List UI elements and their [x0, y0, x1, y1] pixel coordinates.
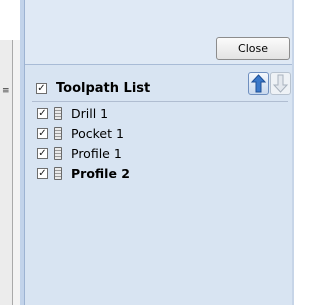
toolpath-checkbox[interactable]: ✓ — [37, 168, 48, 179]
arrow-down-icon — [272, 74, 289, 93]
toolpath-row-profile-1[interactable]: ✓ Profile 1 — [25, 146, 285, 163]
toolpath-checkbox[interactable]: ✓ — [37, 108, 48, 119]
toolpath-label[interactable]: Profile 1 — [71, 147, 122, 161]
divider — [32, 101, 288, 102]
close-button[interactable]: Close — [216, 37, 290, 60]
grip-icon[interactable]: ≡ — [2, 87, 10, 96]
toolpath-row-pocket-1[interactable]: ✓ Pocket 1 — [25, 126, 285, 143]
panel-top-bar: Close — [25, 0, 294, 65]
toolpath-label[interactable]: Pocket 1 — [71, 127, 124, 141]
toolpath-checkbox[interactable]: ✓ — [37, 148, 48, 159]
panel-right-border — [292, 0, 294, 305]
tool-icon — [54, 127, 62, 140]
toolpath-label[interactable]: Profile 2 — [71, 167, 130, 181]
left-window-edge: ≡ — [0, 40, 13, 305]
tool-icon — [54, 167, 62, 180]
toolpath-label[interactable]: Drill 1 — [71, 107, 108, 121]
toolpath-list-title: Toolpath List — [56, 81, 151, 96]
toolpath-row-drill-1[interactable]: ✓ Drill 1 — [25, 106, 285, 123]
toolpath-panel: Close ✓ Toolpath List ✓ Drill 1 ✓ Pocket 1 ✓… — [25, 0, 294, 305]
move-down-button[interactable] — [270, 72, 291, 95]
tool-icon — [54, 147, 62, 160]
select-all-checkbox[interactable]: ✓ — [36, 83, 47, 94]
toolpath-checkbox[interactable]: ✓ — [37, 128, 48, 139]
tool-icon — [54, 107, 62, 120]
arrow-up-icon — [250, 74, 267, 93]
toolpath-row-profile-2[interactable]: ✓ Profile 2 — [25, 166, 285, 183]
move-up-button[interactable] — [248, 72, 269, 95]
